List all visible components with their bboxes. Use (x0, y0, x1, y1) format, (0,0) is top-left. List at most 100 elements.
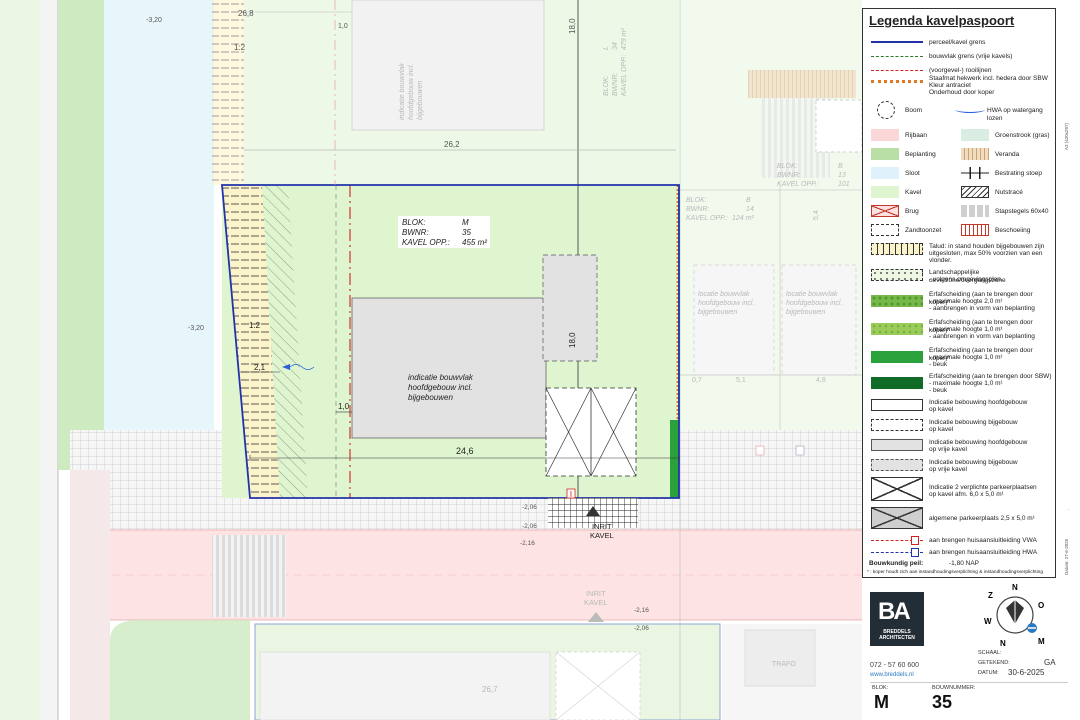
legend-title: Legenda kavelpaspoort (869, 13, 1015, 28)
legend-footnote: * : koper houdt zich aan instandhoudings… (867, 570, 1044, 575)
ghost-r2-opp-v: 124 m² (732, 215, 754, 222)
level-3-20-mid: -3,20 (188, 325, 204, 332)
bouwnummer-label: BOUWNUMMER: (932, 685, 976, 691)
bestrating-icon (961, 167, 989, 179)
lot-bwnr-value: 35 (462, 228, 471, 237)
bouwnummer-value: 35 (932, 692, 953, 712)
legend-panel: Legenda kavelpaspoort perceel/kavel gren… (862, 8, 1056, 578)
dim-slope-1-2: 1:2 (249, 321, 261, 330)
inrit-kavel-label: KAVEL (590, 531, 614, 540)
ghost-r1-bwnr-v: 13 (838, 172, 846, 179)
schaal-label: SCHAAL: (978, 650, 1002, 656)
ghost-top-3: bijgebouwen (417, 81, 424, 120)
level-2-16-b: -2,16 (634, 607, 649, 614)
ghost-r2-bwnr: BWNR: (686, 206, 709, 213)
ghost-r2-opp: KAVEL OPP.: (686, 215, 728, 222)
compass-w: W (984, 617, 992, 626)
dim-26-8: 26,8 (238, 9, 254, 18)
kavelpaspoort-sheet: 26,8 1:2 1,0 18,0 26,2 18,0 1:2 2,1 1,0 … (0, 0, 1080, 720)
blok-value: M (874, 692, 889, 712)
dim-5-1: 5,1 (736, 377, 746, 384)
lot-blok-label: BLOK: (402, 218, 426, 227)
compass-o: O (1038, 601, 1044, 610)
ghost-r2-blok-v: B (746, 197, 751, 204)
compass-z: Z (988, 591, 993, 600)
compass-m: M (1038, 637, 1045, 646)
dim-4-8: 4,8 (816, 377, 826, 384)
side-mark: . (1068, 506, 1069, 512)
level-3-20-top: -3,20 (146, 17, 162, 24)
dim-26-2: 26,2 (444, 140, 460, 149)
bouwvlak-text-3: bijgebouwen (408, 393, 453, 402)
ghost-trafo: TRAFO (772, 661, 796, 668)
ghost-loc1-1: locatie bouwvlak (698, 291, 750, 298)
ghost-top-blok-v: L (603, 46, 610, 50)
getekend-value: GA (1044, 658, 1056, 667)
dim-1-0-top: 1,0 (338, 23, 348, 30)
lot-blok-value: M (462, 218, 469, 227)
blok-label: BLOK: (872, 685, 889, 691)
level-2-06-a: -2,06 (522, 504, 537, 511)
datum-value: 30-6-2025 (1008, 668, 1045, 677)
ghost-loc1-3: bijgebouwen (698, 309, 737, 316)
lot-opp-label: KAVEL OPP.: (402, 238, 450, 247)
vwa-marker-icon (911, 536, 919, 545)
compass-n2: N (1000, 639, 1006, 648)
dim-26-7: 26,7 (482, 685, 498, 694)
parking-cross-grey-icon (871, 507, 923, 529)
ghost-loc2-2: hoofdgebouw incl. (786, 300, 842, 307)
ghost-r1-bwnr: BWNR: (777, 172, 800, 179)
level-2-06-c: -2,06 (634, 625, 649, 632)
tree-icon (877, 101, 895, 119)
ghost-r2-blok: BLOK: (686, 197, 707, 204)
inrit-2-kavel-label: KAVEL (584, 598, 608, 607)
paper-size-note: A3 (420x297) (1064, 122, 1069, 150)
ghost-r2-bwnr-v: 14 (746, 206, 754, 213)
datum-label: DATUM: (978, 670, 999, 676)
hwa-marker-icon (911, 548, 919, 557)
dim-2-1: 2,1 (254, 363, 266, 372)
ghost-r1-blok-v: B (838, 163, 843, 170)
ghost-top-bwnr: BWNR: (612, 73, 619, 96)
dim-0-7: 0,7 (692, 377, 702, 384)
dim-1-2-top: 1:2 (234, 43, 246, 52)
ghost-top-bwnr-v: 34 (612, 42, 619, 50)
ghost-top-2: hoofdgebouw incl. (408, 64, 415, 120)
ghost-top-blok: BLOK: (603, 75, 610, 96)
ghost-loc2-1: locatie bouwvlak (786, 291, 838, 298)
breddels-logo: BA BREDDELS ARCHITECTEN (870, 592, 924, 646)
ghost-r1-opp: KAVEL OPP.: (777, 181, 819, 188)
legend-row-boom: Boom HWA op watergang lozen (867, 101, 1055, 123)
bouwvlak-text-1: indicatie bouwvlak (408, 373, 474, 382)
title-block: BA BREDDELS ARCHITECTEN N O Z W N M 072 … (862, 583, 1072, 720)
parking-cross-icon (871, 477, 923, 501)
ghost-top-opp: KAVEL OPP.: (621, 54, 628, 96)
getekend-label: GETEKEND: (978, 660, 1010, 666)
dim-1-0: 1,0 (338, 402, 350, 411)
hwa-wave-icon (955, 106, 985, 113)
dim-24-6: 24,6 (456, 446, 474, 456)
dim-18-0: 18,0 (568, 332, 577, 348)
phone-number: 072 - 57 60 600 (870, 662, 920, 669)
ghost-loc2-3: bijgebouwen (786, 309, 825, 316)
lot-opp-value: 455 m² (462, 238, 487, 247)
compass-rose-icon: N O Z W N M (984, 583, 1045, 648)
compass-n: N (1012, 583, 1018, 592)
level-2-16-a: -2,16 (520, 540, 535, 547)
lot-info-label: BLOK: M BWNR: 35 KAVEL OPP.: 455 m² (398, 216, 490, 248)
ghost-top-1: indicatie bouwvlak (399, 63, 406, 120)
ghost-loc1-2: hoofdgebouw incl. (698, 300, 754, 307)
bouwvlak-text-2: hoofdgebouw incl. (408, 383, 473, 392)
inrit-label: INRIT (592, 522, 612, 531)
dim-5-4: 5,4 (813, 210, 820, 220)
inrit-2-label: INRIT (586, 589, 606, 598)
lot-bwnr-label: BWNR: (402, 228, 429, 237)
level-2-06-b: -2,06 (522, 523, 537, 530)
ghost-r1-opp-v: 101 (838, 181, 850, 188)
dim-18-0-top: 18,0 (568, 18, 577, 34)
website-link[interactable]: www.breddels.nl (870, 672, 914, 678)
ghost-r1-blok: BLOK: (777, 163, 798, 170)
ghost-top-opp-v: 479 m² (621, 28, 628, 50)
brug-icon (871, 205, 899, 217)
side-date-note: Datum: 27-6-2025 (1064, 538, 1069, 575)
